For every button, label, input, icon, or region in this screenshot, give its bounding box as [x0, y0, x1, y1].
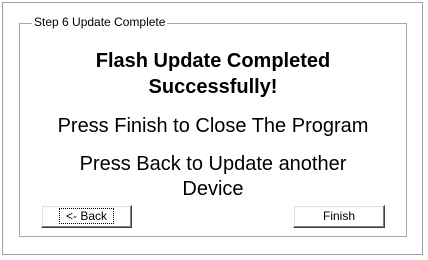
completion-title: Flash Update Completed Successfully!	[19, 48, 407, 100]
back-instruction-line-2: Device	[182, 178, 244, 200]
finish-instruction: Press Finish to Close The Program	[57, 115, 369, 137]
back-instruction-line-1: Press Back to Update another	[79, 153, 347, 175]
finish-button[interactable]: Finish	[293, 205, 385, 228]
completion-title-line-1: Flash Update Completed	[95, 50, 331, 72]
completion-title-line-2: Successfully!	[148, 76, 278, 98]
back-button-label: <- Back	[58, 208, 115, 224]
back-button[interactable]: <- Back	[41, 205, 132, 228]
step-groupbox-legend: Step 6 Update Complete	[32, 14, 168, 30]
back-instruction: Press Back to Update another Device	[19, 152, 407, 202]
